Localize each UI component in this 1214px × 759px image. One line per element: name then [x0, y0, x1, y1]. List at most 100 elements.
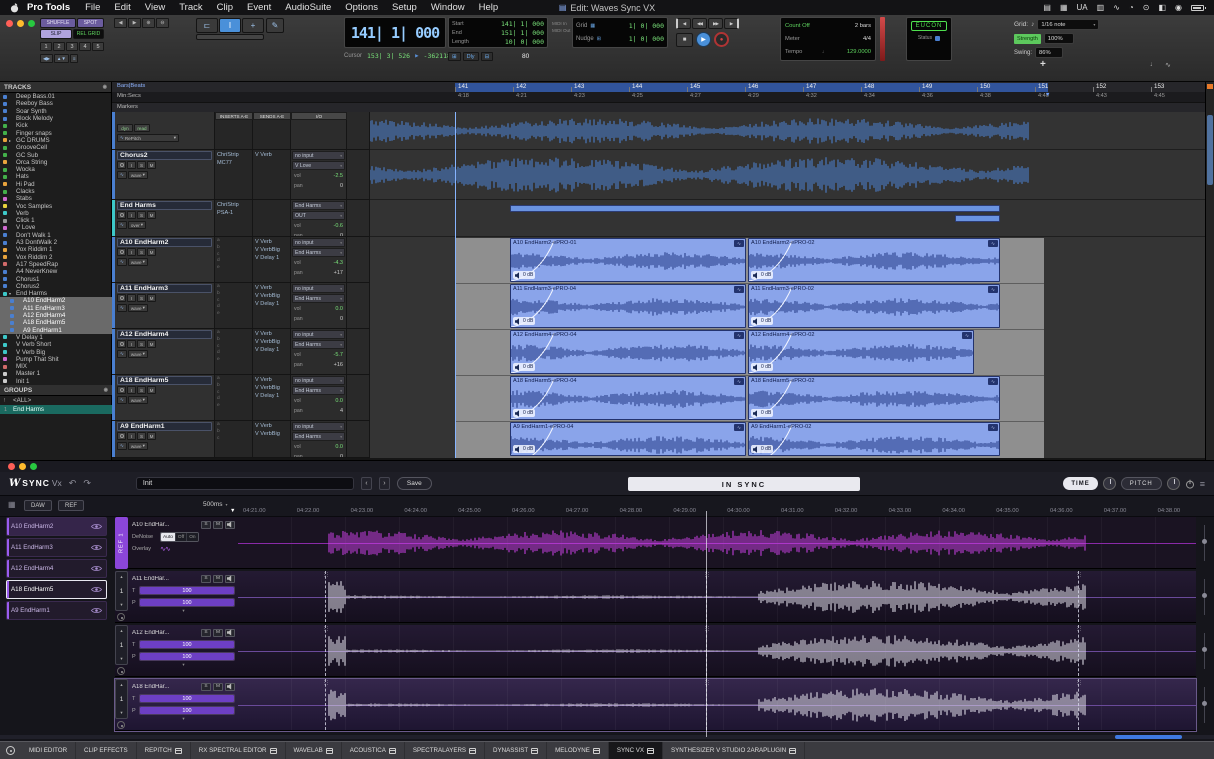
- tempo-value[interactable]: 129.0000: [847, 49, 871, 55]
- track-name-cell[interactable]: A9 EndHarm1 I S M ∿ wave▾: [112, 421, 215, 457]
- ref-track-tab[interactable]: REF 1: [115, 517, 128, 569]
- plugin-track-lane[interactable]: [238, 571, 1196, 622]
- menu-item[interactable]: Event: [247, 2, 271, 13]
- expand-handle[interactable]: ▾: [132, 608, 235, 614]
- redo-icon[interactable]: ↷: [83, 478, 91, 489]
- sends-cell[interactable]: V Verb V VerbBig: [253, 421, 291, 457]
- post-roll-icon[interactable]: ⊟: [481, 52, 494, 61]
- track-collapse-tab[interactable]: ▴1▾: [115, 679, 128, 719]
- clip-gain-badge[interactable]: 0 dB: [751, 409, 773, 417]
- zoom-button[interactable]: [28, 20, 35, 27]
- save-button[interactable]: Save: [397, 477, 432, 490]
- track-name-cell[interactable]: A10 EndHarm2 I S M ∿ wave▾: [112, 237, 215, 282]
- pencil-tool[interactable]: ✎: [266, 18, 284, 33]
- close-button[interactable]: [6, 20, 13, 27]
- sends-cell[interactable]: V Verb V VerbBig V Delay 1: [253, 329, 291, 374]
- track-list-item[interactable]: A4 NeverKnew: [0, 268, 112, 275]
- selection-end-marker[interactable]: ▼: [1045, 92, 1050, 98]
- input-selector[interactable]: no input: [292, 238, 345, 247]
- output-selector[interactable]: OUT: [292, 211, 345, 220]
- mute-button[interactable]: M: [213, 521, 223, 529]
- zoom-preset-button[interactable]: 3: [66, 42, 78, 51]
- pitch-amount-slider[interactable]: 100: [139, 652, 235, 661]
- record-button[interactable]: ●: [714, 32, 729, 47]
- automation-dyn-button[interactable]: dyn: [117, 124, 133, 132]
- pan-value[interactable]: +17: [334, 270, 343, 276]
- pre-roll-icon[interactable]: ⊞: [448, 52, 461, 61]
- track-list-item[interactable]: Pump That Shit: [0, 356, 112, 363]
- plugin-track-lane[interactable]: [238, 679, 1196, 730]
- minimize-button[interactable]: [17, 20, 24, 27]
- app-menu-pro-tools[interactable]: Pro Tools: [27, 2, 70, 13]
- mute-button[interactable]: M: [147, 432, 156, 440]
- track-view-selector[interactable]: wave▾: [128, 258, 148, 266]
- group-list-item[interactable]: !<ALL>: [0, 396, 112, 405]
- clip-gain-badge[interactable]: 0 dB: [513, 271, 535, 279]
- denoise-off-option[interactable]: Off: [176, 533, 187, 541]
- record-enable-button[interactable]: [117, 211, 126, 219]
- menu-item[interactable]: Clip: [217, 2, 233, 13]
- sync-marker-handle[interactable]: [325, 625, 326, 676]
- inserts-cell[interactable]: a b c: [215, 421, 253, 457]
- selection-start[interactable]: 141| 1| 000: [501, 20, 544, 28]
- track-view-selector[interactable]: wave▾: [128, 171, 148, 179]
- taskbar-window-item[interactable]: DYNASSIST: [485, 742, 547, 759]
- solo-button[interactable]: S: [201, 575, 211, 583]
- audio-clip[interactable]: A11 EndHarm3-ePRO-04 ∿ 0 dB: [510, 284, 746, 328]
- menu-item[interactable]: Setup: [392, 2, 417, 13]
- solo-button[interactable]: S: [201, 521, 211, 529]
- input-selector[interactable]: no input: [292, 151, 345, 160]
- clip-gain-badge[interactable]: 0 dB: [513, 317, 535, 325]
- sends-cell[interactable]: V Verb V VerbBig V Delay 1: [253, 283, 291, 328]
- edit-mode-button[interactable]: SLIP: [40, 29, 72, 39]
- track-list-item[interactable]: Reeboy Bass: [0, 100, 112, 107]
- solo-button[interactable]: S: [137, 294, 146, 302]
- output-selector[interactable]: End Harms: [292, 386, 345, 395]
- mute-button[interactable]: M: [213, 575, 223, 583]
- edit-mode-button[interactable]: SHUFFLE: [40, 18, 76, 28]
- close-button[interactable]: [8, 463, 15, 470]
- solo-button[interactable]: S: [137, 161, 146, 169]
- scroll-right-button[interactable]: ▶: [128, 18, 141, 28]
- speaker-button[interactable]: [225, 683, 235, 691]
- plugin-track-list-item[interactable]: A11 EndHarm3: [6, 538, 107, 557]
- ref-track-lane[interactable]: [238, 517, 1196, 568]
- track-list-item[interactable]: Finger snaps: [0, 129, 112, 136]
- insertion-follows-icon[interactable]: ≡: [70, 54, 79, 63]
- output-selector[interactable]: End Harms: [292, 432, 345, 441]
- stop-button[interactable]: ■: [676, 33, 693, 47]
- inserts-cell[interactable]: a b c d e: [215, 375, 253, 420]
- track-list-item[interactable]: Vox Riddim 2: [0, 254, 112, 261]
- input-selector[interactable]: no input: [292, 284, 345, 293]
- input-monitor-button[interactable]: I: [127, 161, 136, 169]
- inserts-cell[interactable]: a b c d e: [215, 283, 253, 328]
- monitor-icon[interactable]: ∿: [1165, 61, 1171, 69]
- menu-item[interactable]: File: [85, 2, 100, 13]
- selector-tool[interactable]: I: [219, 18, 241, 33]
- trim-tool[interactable]: ⊏: [196, 18, 218, 33]
- input-monitor-button[interactable]: I: [127, 294, 136, 302]
- track-view-selector[interactable]: wave▾: [128, 350, 148, 358]
- denoise-segmented-control[interactable]: Auto Off On: [160, 532, 199, 542]
- track-list-item[interactable]: Block Melody: [0, 115, 112, 122]
- output-selector[interactable]: V Love: [292, 161, 345, 170]
- zoom-out-button[interactable]: ⊖: [156, 18, 169, 28]
- expand-handle[interactable]: ▾: [132, 716, 235, 722]
- link-track-icon[interactable]: ▲▼: [54, 54, 69, 63]
- audio-clip[interactable]: A12 EndHarm4-ePRO-04 ∿ 0 dB: [510, 330, 746, 374]
- zoom-preset-button[interactable]: 4: [79, 42, 91, 51]
- speaker-button[interactable]: [225, 521, 235, 529]
- track-view-selector[interactable]: wave▾: [128, 396, 148, 404]
- link-timeline-icon[interactable]: ◀▶: [40, 54, 53, 63]
- folder-arrow-icon[interactable]: ▾: [9, 291, 14, 296]
- clip-gain-badge[interactable]: 0 dB: [751, 445, 773, 453]
- pan-value[interactable]: 0: [340, 183, 343, 189]
- main-counter[interactable]: 141| 1| 000: [344, 17, 446, 48]
- audio-clip[interactable]: A12 EndHarm4-ePRO-02 ∿ 0 dB: [748, 330, 974, 374]
- record-enable-button[interactable]: [117, 432, 126, 440]
- input-monitor-button[interactable]: I: [127, 340, 136, 348]
- hamburger-menu-icon[interactable]: ≡: [1200, 479, 1205, 489]
- elastic-audio-icon[interactable]: ∿: [117, 221, 127, 229]
- track-name[interactable]: A9 EndHarm1: [117, 422, 212, 431]
- track-name-cell[interactable]: A12 EndHarm4 I S M ∿ wave▾: [112, 329, 215, 374]
